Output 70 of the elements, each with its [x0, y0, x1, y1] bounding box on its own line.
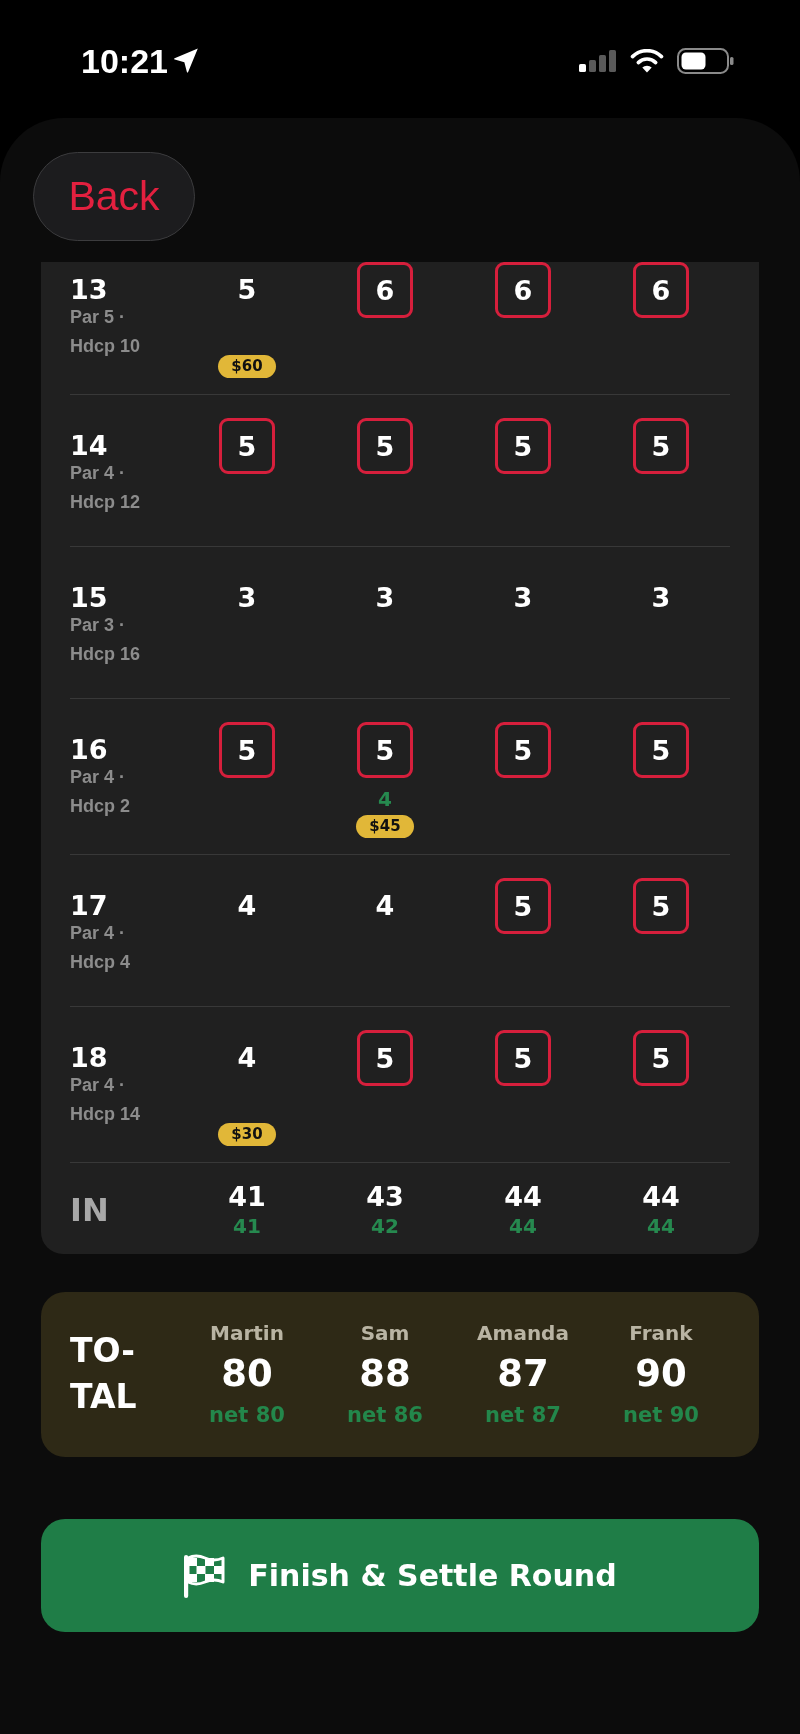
score-box: 5 — [219, 418, 275, 474]
score-box: 5 — [633, 722, 689, 778]
hole-number: 13 — [70, 278, 109, 302]
score-box: 5 — [633, 878, 689, 934]
status-time: 10:21 — [81, 41, 168, 81]
wifi-icon — [630, 49, 664, 73]
hole-number: 18 — [70, 1046, 109, 1070]
hole-number: 15 — [70, 586, 109, 610]
checkered-flag-icon — [183, 1552, 226, 1599]
score-text: 4 — [237, 1043, 257, 1073]
player-name: Frank — [629, 1320, 693, 1346]
total-score: 87 — [497, 1352, 549, 1396]
net-total: net 80 — [209, 1402, 285, 1428]
hole-info: Par 3 · Hdcp 16 — [70, 614, 142, 666]
score-text: 3 — [375, 583, 395, 613]
score-box: 5 — [357, 1030, 413, 1086]
score-box: 5 — [357, 722, 413, 778]
in-net-total: 41 — [233, 1213, 261, 1239]
score-box: 5 — [633, 418, 689, 474]
hole-info: Par 4 · Hdcp 12 — [70, 462, 142, 514]
hole-info: Par 4 · Hdcp 4 — [70, 922, 131, 974]
score-box: 6 — [633, 262, 689, 318]
net-total: net 86 — [347, 1402, 423, 1428]
score-box: 5 — [633, 1030, 689, 1086]
in-gross-total: 41 — [228, 1181, 266, 1213]
score-text: 3 — [513, 583, 533, 613]
finish-button[interactable]: Finish & Settle Round — [41, 1519, 759, 1632]
battery-icon — [677, 48, 734, 74]
score-box: 5 — [495, 418, 551, 474]
winnings-badge: $30 — [218, 1123, 276, 1146]
player-name: Sam — [360, 1320, 410, 1346]
back-button[interactable]: Back — [33, 152, 195, 241]
in-net-total: 42 — [371, 1213, 399, 1239]
score-box: 5 — [495, 722, 551, 778]
location-arrow-icon — [172, 48, 199, 74]
total-score: 80 — [221, 1352, 273, 1396]
in-net-total: 44 — [509, 1213, 537, 1239]
score-text: 4 — [375, 891, 395, 921]
net-score: 4 — [378, 789, 392, 809]
hole-number: 14 — [70, 434, 109, 458]
in-gross-total: 44 — [642, 1181, 680, 1213]
in-gross-total: 43 — [366, 1181, 404, 1213]
score-box: 6 — [495, 262, 551, 318]
in-gross-total: 44 — [504, 1181, 542, 1213]
score-text: 3 — [651, 583, 671, 613]
in-net-total: 44 — [647, 1213, 675, 1239]
score-box: 5 — [219, 722, 275, 778]
score-box: 6 — [357, 262, 413, 318]
score-text: 3 — [237, 583, 257, 613]
total-score: 88 — [359, 1352, 411, 1396]
winnings-badge: $60 — [218, 355, 276, 378]
net-total: net 87 — [485, 1402, 561, 1428]
score-text: 5 — [237, 275, 257, 305]
score-text: 4 — [237, 891, 257, 921]
hole-info: Par 4 · Hdcp 14 — [70, 1074, 142, 1126]
net-total: net 90 — [623, 1402, 699, 1428]
in-label: IN — [70, 1192, 109, 1228]
total-score: 90 — [635, 1352, 687, 1396]
hole-number: 17 — [70, 894, 109, 918]
score-box: 5 — [357, 418, 413, 474]
score-box: 5 — [495, 1030, 551, 1086]
player-name: Amanda — [477, 1320, 569, 1346]
hole-info: Par 4 · Hdcp 2 — [70, 766, 131, 818]
player-name: Martin — [210, 1320, 284, 1346]
hole-number: 16 — [70, 738, 109, 762]
hole-info: Par 5 · Hdcp 10 — [70, 306, 142, 358]
score-box: 5 — [495, 878, 551, 934]
total-label: TO-TAL — [70, 1330, 138, 1418]
signal-icon — [579, 50, 617, 72]
winnings-badge: $45 — [356, 815, 414, 838]
